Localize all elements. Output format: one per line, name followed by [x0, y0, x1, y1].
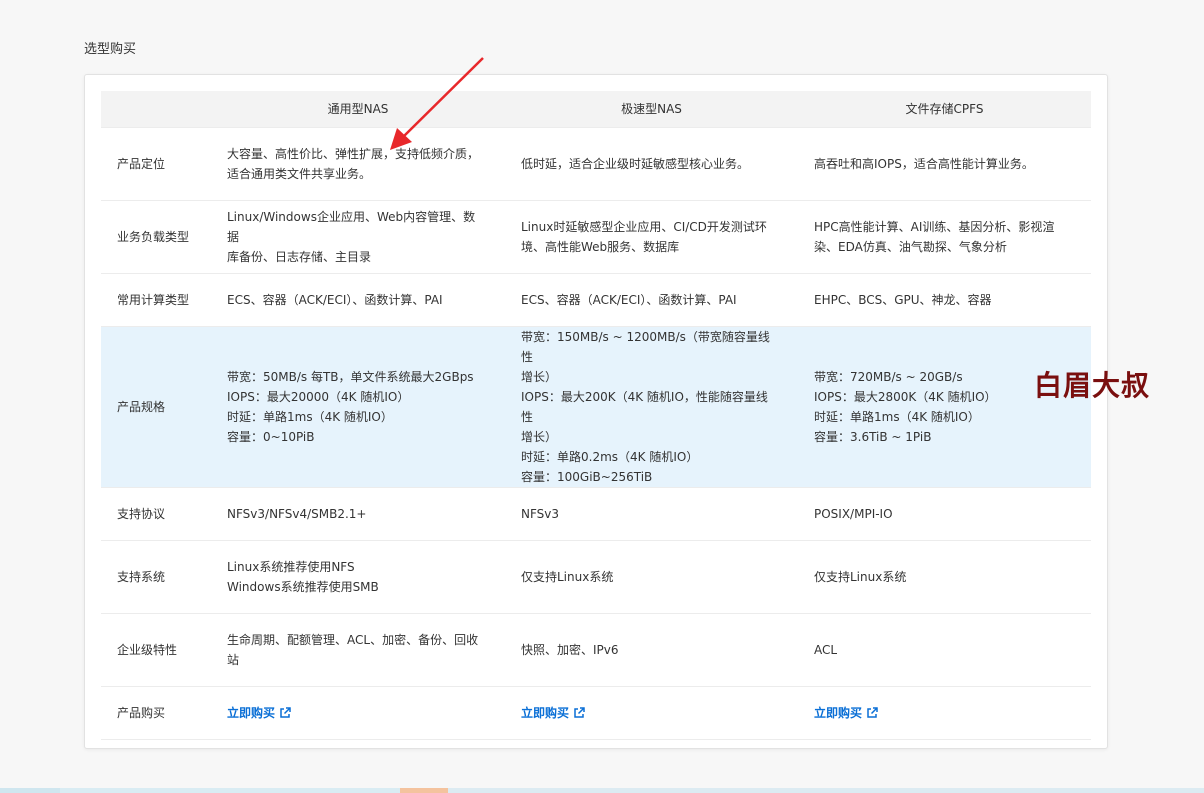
watermark-logo: 白眉大叔	[1034, 369, 1151, 402]
cell-text-line: 站	[227, 652, 240, 667]
cell-text-line: Linux系统推荐使用NFS	[227, 559, 355, 574]
cell-cpfs: EHPC、BCS、GPU、神龙、容器	[798, 272, 1091, 326]
cell-cpfs: 带宽：720MB/s ~ 20GB/s IOPS：最大2800K（4K 随机IO）…	[798, 325, 1091, 487]
cell-cpfs: 仅支持Linux系统	[798, 539, 1091, 613]
row-label: 产品购买	[101, 685, 211, 740]
cell-general-nas: ECS、容器（ACK/ECI）、函数计算、PAI	[211, 272, 505, 326]
cell-general-nas: 带宽：50MB/s 每TB，单文件系统最大2GBps IOPS：最大20000（4…	[211, 325, 505, 487]
cell-text-line: IOPS：最大2800K（4K 随机IO）	[814, 389, 997, 404]
cell-cpfs: POSIX/MPI-IO	[798, 486, 1091, 540]
cell-text-line: 生命周期、配额管理、ACL、加密、备份、回收	[227, 632, 479, 647]
cell-cpfs: ACL	[798, 612, 1091, 686]
external-link-icon	[574, 706, 585, 718]
table-row: 常用计算类型 ECS、容器（ACK/ECI）、函数计算、PAI ECS、容器（ACK…	[101, 272, 1091, 326]
cell-text-line: Windows系统推荐使用SMB	[227, 579, 379, 594]
cell-extreme-nas: 带宽：150MB/s ~ 1200MB/s（带宽随容量线性增长） IOPS：最大2…	[505, 325, 798, 487]
buy-now-label: 立即购买	[227, 705, 276, 720]
row-label: 支持协议	[101, 486, 211, 540]
cell-general-nas: 生命周期、配额管理、ACL、加密、备份、回收站	[211, 612, 505, 686]
cell-text-line: 库备份、日志存储、主目录	[227, 249, 372, 264]
table-row: 业务负载类型 Linux/Windows企业应用、Web内容管理、数据 库备份、日志…	[101, 199, 1091, 273]
cell-text-line: Linux时延敏感型企业应用、CI/CD开发测试环	[521, 219, 767, 234]
cell-text-line: ACL	[814, 642, 838, 657]
cell-cpfs: 立即购买	[798, 685, 1091, 740]
cell-cpfs: 高吞吐和高IOPS，适合高性能计算业务。	[798, 126, 1091, 200]
cell-text-line: 低时延，适合企业级时延敏感型核心业务。	[521, 156, 750, 171]
table-row: 产品定位 大容量、高性价比、弹性扩展，支持低频介质， 适合通用类文件共享业务。 低时延…	[101, 126, 1091, 200]
cell-text-line: 时延：单路1ms（4K 随机IO）	[227, 409, 393, 424]
external-link-icon	[867, 706, 878, 718]
cell-text-line: EHPC、BCS、GPU、神龙、容器	[814, 292, 992, 307]
cell-extreme-nas: 仅支持Linux系统	[505, 539, 798, 613]
cell-extreme-nas: 立即购买	[505, 685, 798, 740]
section-title: 选型购买	[84, 42, 137, 57]
header-cpfs: 文件存储CPFS	[798, 91, 1091, 127]
cell-text-line: Linux/Windows企业应用、Web内容管理、数据	[227, 209, 476, 244]
cell-extreme-nas: ECS、容器（ACK/ECI）、函数计算、PAI	[505, 272, 798, 326]
row-label: 产品规格	[101, 325, 211, 487]
buy-now-label: 立即购买	[521, 705, 570, 720]
row-label: 企业级特性	[101, 612, 211, 686]
cell-text-line: 带宽：150MB/s ~ 1200MB/s（带宽随容量线性	[521, 329, 770, 364]
buy-row: 产品购买 立即购买 立即购买 立即购买	[101, 685, 1091, 740]
red-arrow-annotation	[390, 57, 484, 150]
cell-text-line: NFSv3/NFSv4/SMB2.1+	[227, 506, 367, 521]
cell-text-line: 增长）	[521, 369, 558, 384]
table-row: 企业级特性 生命周期、配额管理、ACL、加密、备份、回收站快照、加密、IPv6 AC…	[101, 612, 1091, 686]
cell-cpfs: HPC高性能计算、AI训练、基因分析、影视渲 染、EDA仿真、油气勘探、气象分析	[798, 199, 1091, 273]
table-row: 产品规格 带宽：50MB/s 每TB，单文件系统最大2GBps IOPS：最大200…	[101, 325, 1091, 487]
cell-text-line: 仅支持Linux系统	[521, 569, 614, 584]
cell-text-line: POSIX/MPI-IO	[814, 506, 893, 521]
cell-text-line: 增长）	[521, 429, 558, 444]
cell-text-line: IOPS：最大200K（4K 随机IO，性能随容量线性	[521, 389, 768, 424]
cell-text-line: NFSv3	[521, 506, 560, 521]
cell-text-line: 快照、加密、IPv6	[521, 642, 619, 657]
cell-extreme-nas: NFSv3	[505, 486, 798, 540]
cell-text-line: ECS、容器（ACK/ECI）、函数计算、PAI	[521, 292, 737, 307]
header-extreme-nas: 极速型NAS	[505, 91, 798, 127]
product-comparison-table: 通用型NAS 极速型NAS 文件存储CPFS 产品定位 大容量、高性价比、弹性扩展…	[101, 91, 1091, 740]
row-label: 常用计算类型	[101, 272, 211, 326]
buy-now-label: 立即购买	[814, 705, 863, 720]
buy-now-link-extreme-nas[interactable]: 立即购买	[521, 703, 585, 723]
bottom-color-strip	[0, 788, 1204, 793]
table-row: 支持系统 Linux系统推荐使用NFS Windows系统推荐使用SMB 仅支持Lin…	[101, 539, 1091, 613]
cell-extreme-nas: Linux时延敏感型企业应用、CI/CD开发测试环 境、高性能Web服务、数据库	[505, 199, 798, 273]
cell-general-nas: NFSv3/NFSv4/SMB2.1+	[211, 486, 505, 540]
cell-text-line: 染、EDA仿真、油气勘探、气象分析	[814, 239, 1007, 254]
cell-text-line: 仅支持Linux系统	[814, 569, 907, 584]
cell-text-line: IOPS：最大20000（4K 随机IO）	[227, 389, 410, 404]
cell-text-line: 高吞吐和高IOPS，适合高性能计算业务。	[814, 156, 1034, 171]
cell-general-nas: Linux系统推荐使用NFS Windows系统推荐使用SMB	[211, 539, 505, 613]
cell-text-line: 时延：单路0.2ms（4K 随机IO）	[521, 449, 699, 464]
cell-extreme-nas: 低时延，适合企业级时延敏感型核心业务。	[505, 126, 798, 200]
cell-general-nas: 立即购买	[211, 685, 505, 740]
cell-text-line: 适合通用类文件共享业务。	[227, 166, 372, 181]
cell-text-line: ECS、容器（ACK/ECI）、函数计算、PAI	[227, 292, 443, 307]
comparison-card: 通用型NAS 极速型NAS 文件存储CPFS 产品定位 大容量、高性价比、弹性扩展…	[84, 74, 1108, 749]
row-label: 业务负载类型	[101, 199, 211, 273]
buy-now-link-cpfs[interactable]: 立即购买	[814, 703, 878, 723]
row-label: 支持系统	[101, 539, 211, 613]
cell-extreme-nas: 快照、加密、IPv6	[505, 612, 798, 686]
table-header-row: 通用型NAS 极速型NAS 文件存储CPFS	[101, 91, 1091, 127]
cell-text-line: 容量：100GiB~256TiB	[521, 469, 653, 484]
cell-text-line: 时延：单路1ms（4K 随机IO）	[814, 409, 980, 424]
cell-text-line: 境、高性能Web服务、数据库	[521, 239, 680, 254]
cell-text-line: 容量：0~10PiB	[227, 429, 315, 444]
cell-text-line: HPC高性能计算、AI训练、基因分析、影视渲	[814, 219, 1055, 234]
row-label: 产品定位	[101, 126, 211, 200]
cell-general-nas: Linux/Windows企业应用、Web内容管理、数据库备份、日志存储、主目录	[211, 199, 505, 273]
cell-text-line: 带宽：50MB/s 每TB，单文件系统最大2GBps	[227, 369, 474, 384]
header-blank	[101, 91, 211, 127]
cell-text-line: 容量：3.6TiB ~ 1PiB	[814, 429, 932, 444]
table-row: 支持协议 NFSv3/NFSv4/SMB2.1+ NFSv3 POSIX/MPI-IO	[101, 486, 1091, 540]
cell-text-line: 带宽：720MB/s ~ 20GB/s	[814, 369, 963, 384]
buy-now-link-general-nas[interactable]: 立即购买	[227, 703, 291, 723]
external-link-icon	[280, 706, 291, 718]
